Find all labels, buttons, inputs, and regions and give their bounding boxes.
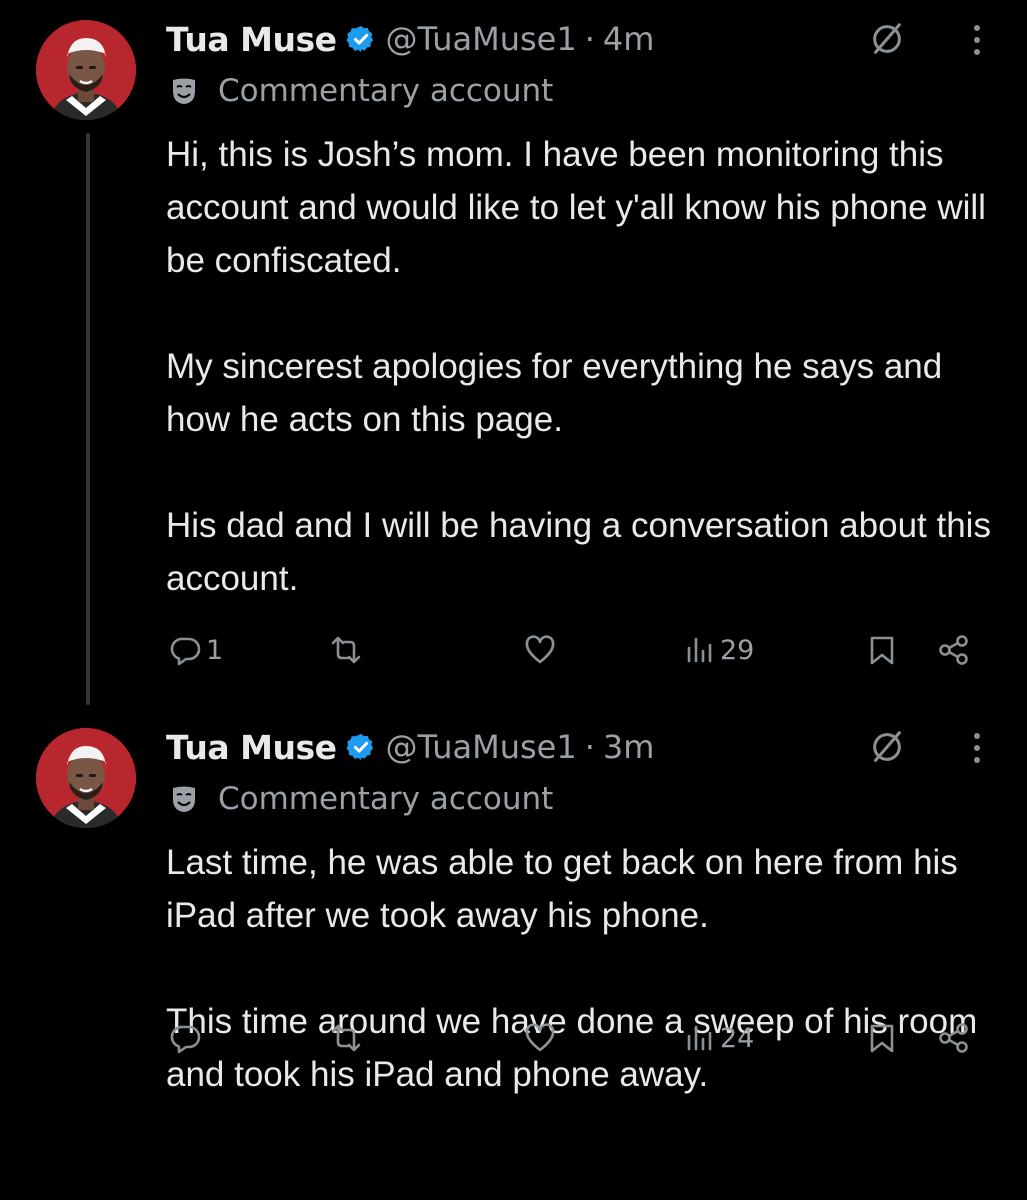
bookmark-icon: [870, 1024, 894, 1053]
action-bar: 1 29: [166, 628, 1006, 672]
share-button[interactable]: [938, 1016, 970, 1060]
more-icon[interactable]: [970, 22, 984, 58]
reply-icon: [170, 1025, 201, 1054]
tweet-text: Hi, this is Josh’s mom. I have been moni…: [166, 128, 1006, 605]
tweet-paragraph: Last time, he was able to get back on he…: [166, 843, 958, 935]
like-button[interactable]: [524, 628, 560, 672]
grok-icon[interactable]: [868, 728, 906, 766]
like-button[interactable]: [524, 1016, 560, 1060]
account-label: Commentary account: [218, 781, 554, 817]
author-handle[interactable]: @TuaMuse1: [386, 20, 577, 58]
timestamp[interactable]: 3m: [603, 728, 655, 766]
retweet-button[interactable]: [330, 1016, 366, 1060]
separator-dot: ·: [584, 728, 595, 766]
share-icon: [939, 1023, 968, 1053]
views-button[interactable]: 24: [684, 1016, 754, 1060]
action-bar: 24: [166, 1016, 1006, 1060]
timestamp[interactable]: 4m: [603, 20, 655, 58]
avatar[interactable]: [36, 728, 136, 828]
bookmark-icon: [870, 636, 894, 665]
verified-badge-icon: [345, 733, 373, 761]
views-count: 29: [720, 634, 755, 666]
tweet-paragraph: Hi, this is Josh’s mom. I have been moni…: [166, 135, 986, 280]
mask-icon: [173, 78, 195, 104]
reply-button[interactable]: [170, 1016, 206, 1060]
author-name[interactable]: Tua Muse: [166, 728, 337, 767]
separator-dot: ·: [584, 20, 595, 58]
heart-icon: [525, 1023, 555, 1052]
avatar-portrait-icon: [36, 20, 136, 120]
tweet-paragraph: His dad and I will be having a conversat…: [166, 506, 991, 598]
grok-icon[interactable]: [868, 20, 906, 58]
retweet-button[interactable]: [330, 628, 366, 672]
account-label: Commentary account: [218, 73, 554, 109]
verified-badge-icon: [345, 25, 373, 53]
bookmark-button[interactable]: [866, 1016, 898, 1060]
reply-button[interactable]: 1: [170, 628, 223, 672]
views-icon: [687, 1025, 712, 1051]
thread-connector-line: [86, 133, 90, 705]
share-button[interactable]: [938, 628, 970, 672]
retweet-icon: [331, 1024, 361, 1052]
views-button[interactable]: 29: [684, 628, 754, 672]
tweet-text: Last time, he was able to get back on he…: [166, 836, 1006, 1101]
views-count: 24: [720, 1022, 755, 1054]
reply-icon: [170, 637, 201, 666]
avatar-portrait-icon: [36, 728, 136, 828]
views-icon: [687, 637, 712, 663]
reply-count: 1: [206, 634, 224, 666]
heart-icon: [525, 635, 555, 664]
tweet-paragraph: My sincerest apologies for everything he…: [166, 347, 943, 439]
author-handle[interactable]: @TuaMuse1: [386, 728, 577, 766]
retweet-icon: [331, 636, 361, 664]
author-name[interactable]: Tua Muse: [166, 20, 337, 59]
mask-icon: [173, 786, 195, 812]
bookmark-button[interactable]: [866, 628, 898, 672]
more-icon[interactable]: [970, 730, 984, 766]
share-icon: [939, 635, 968, 665]
avatar[interactable]: [36, 20, 136, 120]
